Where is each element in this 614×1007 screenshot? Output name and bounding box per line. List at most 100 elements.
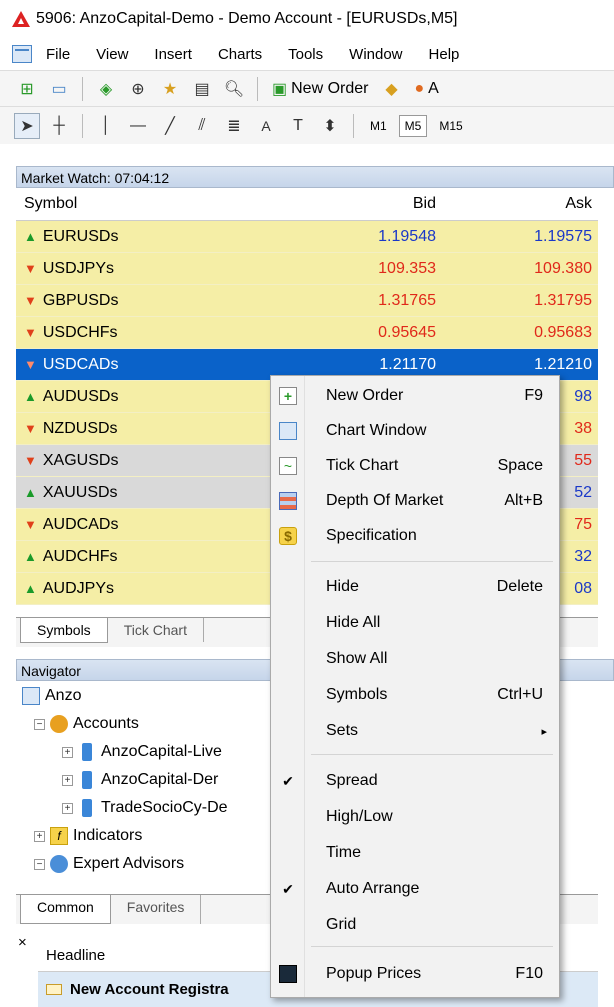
menu-item-time[interactable]: Time xyxy=(271,838,559,868)
symbol-cell: ▲ AUDUSDs xyxy=(16,388,256,406)
tab-favorites[interactable]: Favorites xyxy=(111,895,202,924)
symbol-cell: ▼ USDCHFs xyxy=(16,324,256,342)
timeframe-m1[interactable]: M1 xyxy=(364,115,393,137)
collapse-icon[interactable]: − xyxy=(34,718,45,730)
close-icon[interactable]: × xyxy=(18,934,27,951)
channel-icon[interactable]: ⫽ xyxy=(189,113,215,139)
menu-file[interactable]: File xyxy=(46,46,70,63)
data-window-icon[interactable]: ⊕ xyxy=(125,76,151,102)
arrow-up-icon: ▲ xyxy=(24,229,37,244)
menu-item-depth-of-market[interactable]: Depth Of Market Alt+B xyxy=(271,486,559,516)
symbol-name: AUDCADs xyxy=(42,515,119,533)
menu-window[interactable]: Window xyxy=(349,46,402,63)
vertical-line-icon[interactable]: │ xyxy=(93,113,119,139)
menu-item-hide-all[interactable]: Hide All xyxy=(271,608,559,638)
symbol-row[interactable]: ▼ USDCHFs 0.95645 0.95683 xyxy=(16,317,598,349)
auto-trading-button[interactable]: ● A xyxy=(410,80,442,98)
tab-common[interactable]: Common xyxy=(20,895,111,924)
text-icon[interactable]: A xyxy=(253,113,279,139)
column-symbol[interactable]: Symbol xyxy=(16,195,256,213)
menu-item-chart-window[interactable]: Chart Window xyxy=(271,416,559,446)
menu-item-shortcut: Ctrl+U xyxy=(497,686,543,703)
collapse-icon[interactable]: − xyxy=(34,858,45,870)
arrow-up-icon: ▲ xyxy=(24,549,37,564)
menu-item-label: Time xyxy=(326,844,361,861)
arrow-down-icon: ▼ xyxy=(24,261,37,276)
timeframe-m15[interactable]: M15 xyxy=(433,115,468,137)
expand-icon[interactable]: + xyxy=(34,830,45,842)
window-title: 5906: AnzoCapital-Demo - Demo Account - … xyxy=(36,10,458,27)
menu-item-label: Hide All xyxy=(326,614,381,631)
menu-item-new-order[interactable]: New Order F9 xyxy=(271,381,559,411)
terminal-icon[interactable]: ▤ xyxy=(189,76,215,102)
menu-item-symbols[interactable]: Symbols Ctrl+U xyxy=(271,680,559,710)
menu-item-high-low[interactable]: High/Low xyxy=(271,802,559,832)
tab-tick-chart[interactable]: Tick Chart xyxy=(108,618,204,642)
new-chart-icon[interactable]: ⊞ xyxy=(14,76,40,102)
symbol-row[interactable]: ▼ USDJPYs 109.353 109.380 xyxy=(16,253,598,285)
column-headline[interactable]: Headline xyxy=(46,947,105,964)
menu-item-show-all[interactable]: Show All xyxy=(271,644,559,674)
expand-icon[interactable]: + xyxy=(62,774,73,786)
menu-item-hide[interactable]: Hide Delete xyxy=(271,572,559,602)
navigator-icon[interactable]: ★ xyxy=(157,76,183,102)
menu-item-grid[interactable]: Grid xyxy=(271,910,559,940)
new-order-button[interactable]: ▣ New Order xyxy=(268,79,372,99)
menu-help[interactable]: Help xyxy=(429,46,460,63)
symbol-name: AUDCHFs xyxy=(42,547,118,565)
menu-separator xyxy=(311,561,553,562)
ask-cell: 0.95683 xyxy=(534,323,592,341)
text-label-icon[interactable]: T xyxy=(285,113,311,139)
arrow-down-icon: ▼ xyxy=(24,325,37,340)
menu-tools[interactable]: Tools xyxy=(288,46,323,63)
menu-charts[interactable]: Charts xyxy=(218,46,262,63)
column-bid[interactable]: Bid xyxy=(256,195,436,213)
market-watch-columns: Symbol Bid Ask xyxy=(16,188,598,221)
expand-icon[interactable]: + xyxy=(62,802,73,814)
crosshair-icon[interactable]: ┼ xyxy=(46,113,72,139)
timeframe-m5[interactable]: M5 xyxy=(398,114,428,137)
menu-item-spread[interactable]: ✔ Spread xyxy=(271,766,559,796)
tree-account-label: AnzoCapital-Live xyxy=(101,743,222,760)
arrows-icon[interactable]: ⬍ xyxy=(317,113,343,139)
tree-experts-label: Expert Advisors xyxy=(73,855,185,872)
bid-cell: 109.353 xyxy=(378,259,436,277)
symbol-cell: ▼ AUDCADs xyxy=(16,516,256,534)
app-menu-icon[interactable] xyxy=(12,45,32,63)
column-ask[interactable]: Ask xyxy=(436,195,598,213)
menu-item-auto-arrange[interactable]: ✔ Auto Arrange xyxy=(271,874,559,904)
ask-cell: 109.380 xyxy=(534,259,592,277)
menu-item-label: Hide xyxy=(326,578,359,595)
menu-view[interactable]: View xyxy=(96,46,128,63)
menu-item-specification[interactable]: $ Specification xyxy=(271,521,559,551)
indicators-icon: f xyxy=(50,827,68,845)
market-watch-title: Market Watch: 07:04:12 xyxy=(16,166,614,188)
menu-item-popup-prices[interactable]: Popup Prices F10 xyxy=(271,959,559,989)
arrow-down-icon: ▼ xyxy=(24,453,37,468)
metaeditor-icon[interactable]: ◆ xyxy=(378,76,404,102)
symbol-name: AUDJPYs xyxy=(42,579,114,597)
menu-item-shortcut: Alt+B xyxy=(504,492,543,509)
symbol-name: AUDUSDs xyxy=(42,387,119,405)
tree-accounts-label: Accounts xyxy=(73,715,139,732)
cursor-icon[interactable]: ➤ xyxy=(14,112,40,139)
market-watch-icon[interactable]: ◈ xyxy=(93,76,119,102)
strategy-tester-icon[interactable]: 🔍︎ xyxy=(221,76,247,102)
symbol-row[interactable]: ▲ EURUSDs 1.19548 1.19575 xyxy=(16,221,598,253)
profiles-icon[interactable]: ▭ xyxy=(46,76,72,102)
menu-item-shortcut: F10 xyxy=(515,965,543,982)
arrow-up-icon: ▲ xyxy=(24,485,37,500)
horizontal-line-icon[interactable]: — xyxy=(125,113,151,139)
trendline-icon[interactable]: ╱ xyxy=(157,113,183,139)
tab-symbols[interactable]: Symbols xyxy=(20,618,108,643)
menu-insert[interactable]: Insert xyxy=(154,46,192,63)
fibonacci-icon[interactable]: ≣ xyxy=(221,113,247,139)
symbol-name: XAUUSDs xyxy=(42,483,118,501)
symbol-row[interactable]: ▼ GBPUSDs 1.31765 1.31795 xyxy=(16,285,598,317)
menu-item-tick-chart[interactable]: ~ Tick Chart Space xyxy=(271,451,559,481)
menu-item-sets[interactable]: Sets ▸ xyxy=(271,716,559,746)
account-icon xyxy=(82,743,92,761)
expand-icon[interactable]: + xyxy=(62,746,73,758)
ask-cell: 1.21210 xyxy=(534,355,592,373)
menu-item-label: Show All xyxy=(326,650,388,667)
